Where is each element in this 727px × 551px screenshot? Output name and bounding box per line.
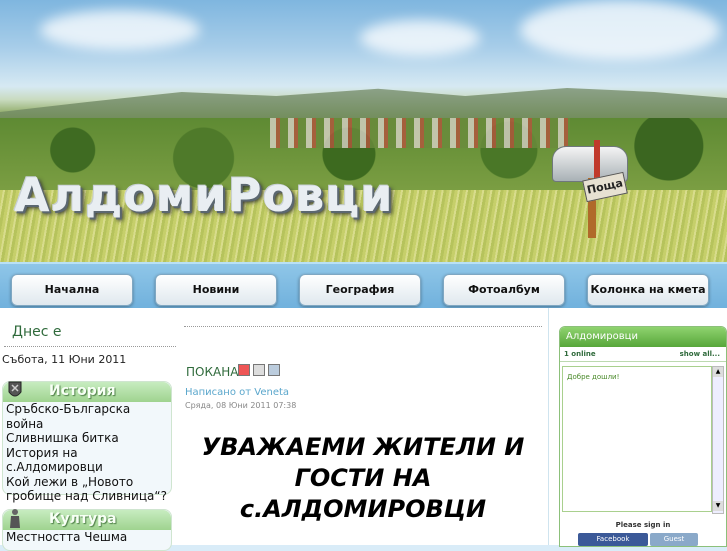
site-logo-title[interactable]: АлдомиРовци xyxy=(14,168,394,222)
main-navigation: Начална Новини География Фотоалбум Колон… xyxy=(0,262,727,310)
nav-geography[interactable]: География xyxy=(299,274,421,306)
today-heading: Днес е xyxy=(12,324,62,340)
nav-home[interactable]: Начална xyxy=(11,274,133,306)
chat-messages: Добре дошли! xyxy=(562,366,712,512)
nav-photo-album[interactable]: Фотоалбум xyxy=(443,274,565,306)
cloud xyxy=(520,0,720,60)
scroll-up-icon[interactable]: ▲ xyxy=(713,367,723,377)
today-date: Събота, 11 Юни 2011 xyxy=(2,353,127,366)
facebook-login-button[interactable]: Facebook xyxy=(578,533,648,546)
history-section-header: История xyxy=(3,381,171,402)
chat-title: Алдомировци xyxy=(560,327,726,347)
right-sidebar: Алдомировци 1 online show all... Добре д… xyxy=(548,308,727,547)
article-date: Сряда, 08 Юни 2011 07:38 xyxy=(185,401,297,410)
header-banner: АлдомиРовци Поща xyxy=(0,0,727,262)
divider xyxy=(4,346,176,347)
culture-section-header: Култура xyxy=(3,509,171,530)
shield-icon xyxy=(8,381,22,397)
article-title[interactable]: ПОКАНА xyxy=(186,365,238,379)
culture-section-title: Култура xyxy=(49,511,117,527)
email-icon[interactable] xyxy=(268,364,280,376)
pdf-icon[interactable] xyxy=(238,364,250,376)
chat-widget: Алдомировци 1 online show all... Добре д… xyxy=(559,326,727,547)
article-author: Написано от Veneta xyxy=(185,387,290,398)
left-sidebar: Днес е Събота, 11 Юни 2011 История Сръбс… xyxy=(0,308,179,551)
cloud xyxy=(360,20,480,56)
scroll-down-icon[interactable]: ▼ xyxy=(713,501,723,511)
main-content: ПОКАНА Написано от Veneta Сряда, 08 Юни … xyxy=(178,308,548,545)
history-link[interactable]: Сливнишка битка xyxy=(3,431,171,446)
cloud xyxy=(40,10,200,50)
nav-mayor-column[interactable]: Колонка на кмета xyxy=(587,274,709,306)
divider xyxy=(184,326,542,327)
culture-link[interactable]: Местността Чешма xyxy=(3,530,171,545)
article-tools xyxy=(238,364,283,383)
history-link[interactable]: Сръбско-Българска война xyxy=(3,402,171,431)
chat-status-bar: 1 online show all... xyxy=(560,347,726,362)
statue-icon xyxy=(10,509,20,528)
guest-login-button[interactable]: Guest xyxy=(650,533,698,546)
history-link[interactable]: Кой лежи в „Новото гробище над Сливница“… xyxy=(3,475,171,504)
mailbox-flag xyxy=(594,140,600,180)
article-headline: УВАЖАЕМИ ЖИТЕЛИ И ГОСТИ НА с.АЛДОМИРОВЦИ xyxy=(201,433,525,523)
online-count: 1 online xyxy=(564,350,596,358)
sign-in-prompt: Please sign in xyxy=(615,521,671,529)
chat-scrollbar[interactable]: ▲ ▼ xyxy=(712,366,724,514)
history-section-title: История xyxy=(49,383,116,399)
nav-news[interactable]: Новини xyxy=(155,274,277,306)
history-section: История Сръбско-Българска война Сливнишк… xyxy=(2,381,172,503)
scroll-track[interactable] xyxy=(713,377,723,501)
mailbox-icon: Поща xyxy=(552,140,630,240)
print-icon[interactable] xyxy=(253,364,265,376)
village-image xyxy=(270,118,570,148)
chat-welcome-message: Добре дошли! xyxy=(567,373,620,381)
show-all-link[interactable]: show all... xyxy=(680,350,720,358)
history-link[interactable]: История на с.Алдомировци xyxy=(3,446,171,475)
